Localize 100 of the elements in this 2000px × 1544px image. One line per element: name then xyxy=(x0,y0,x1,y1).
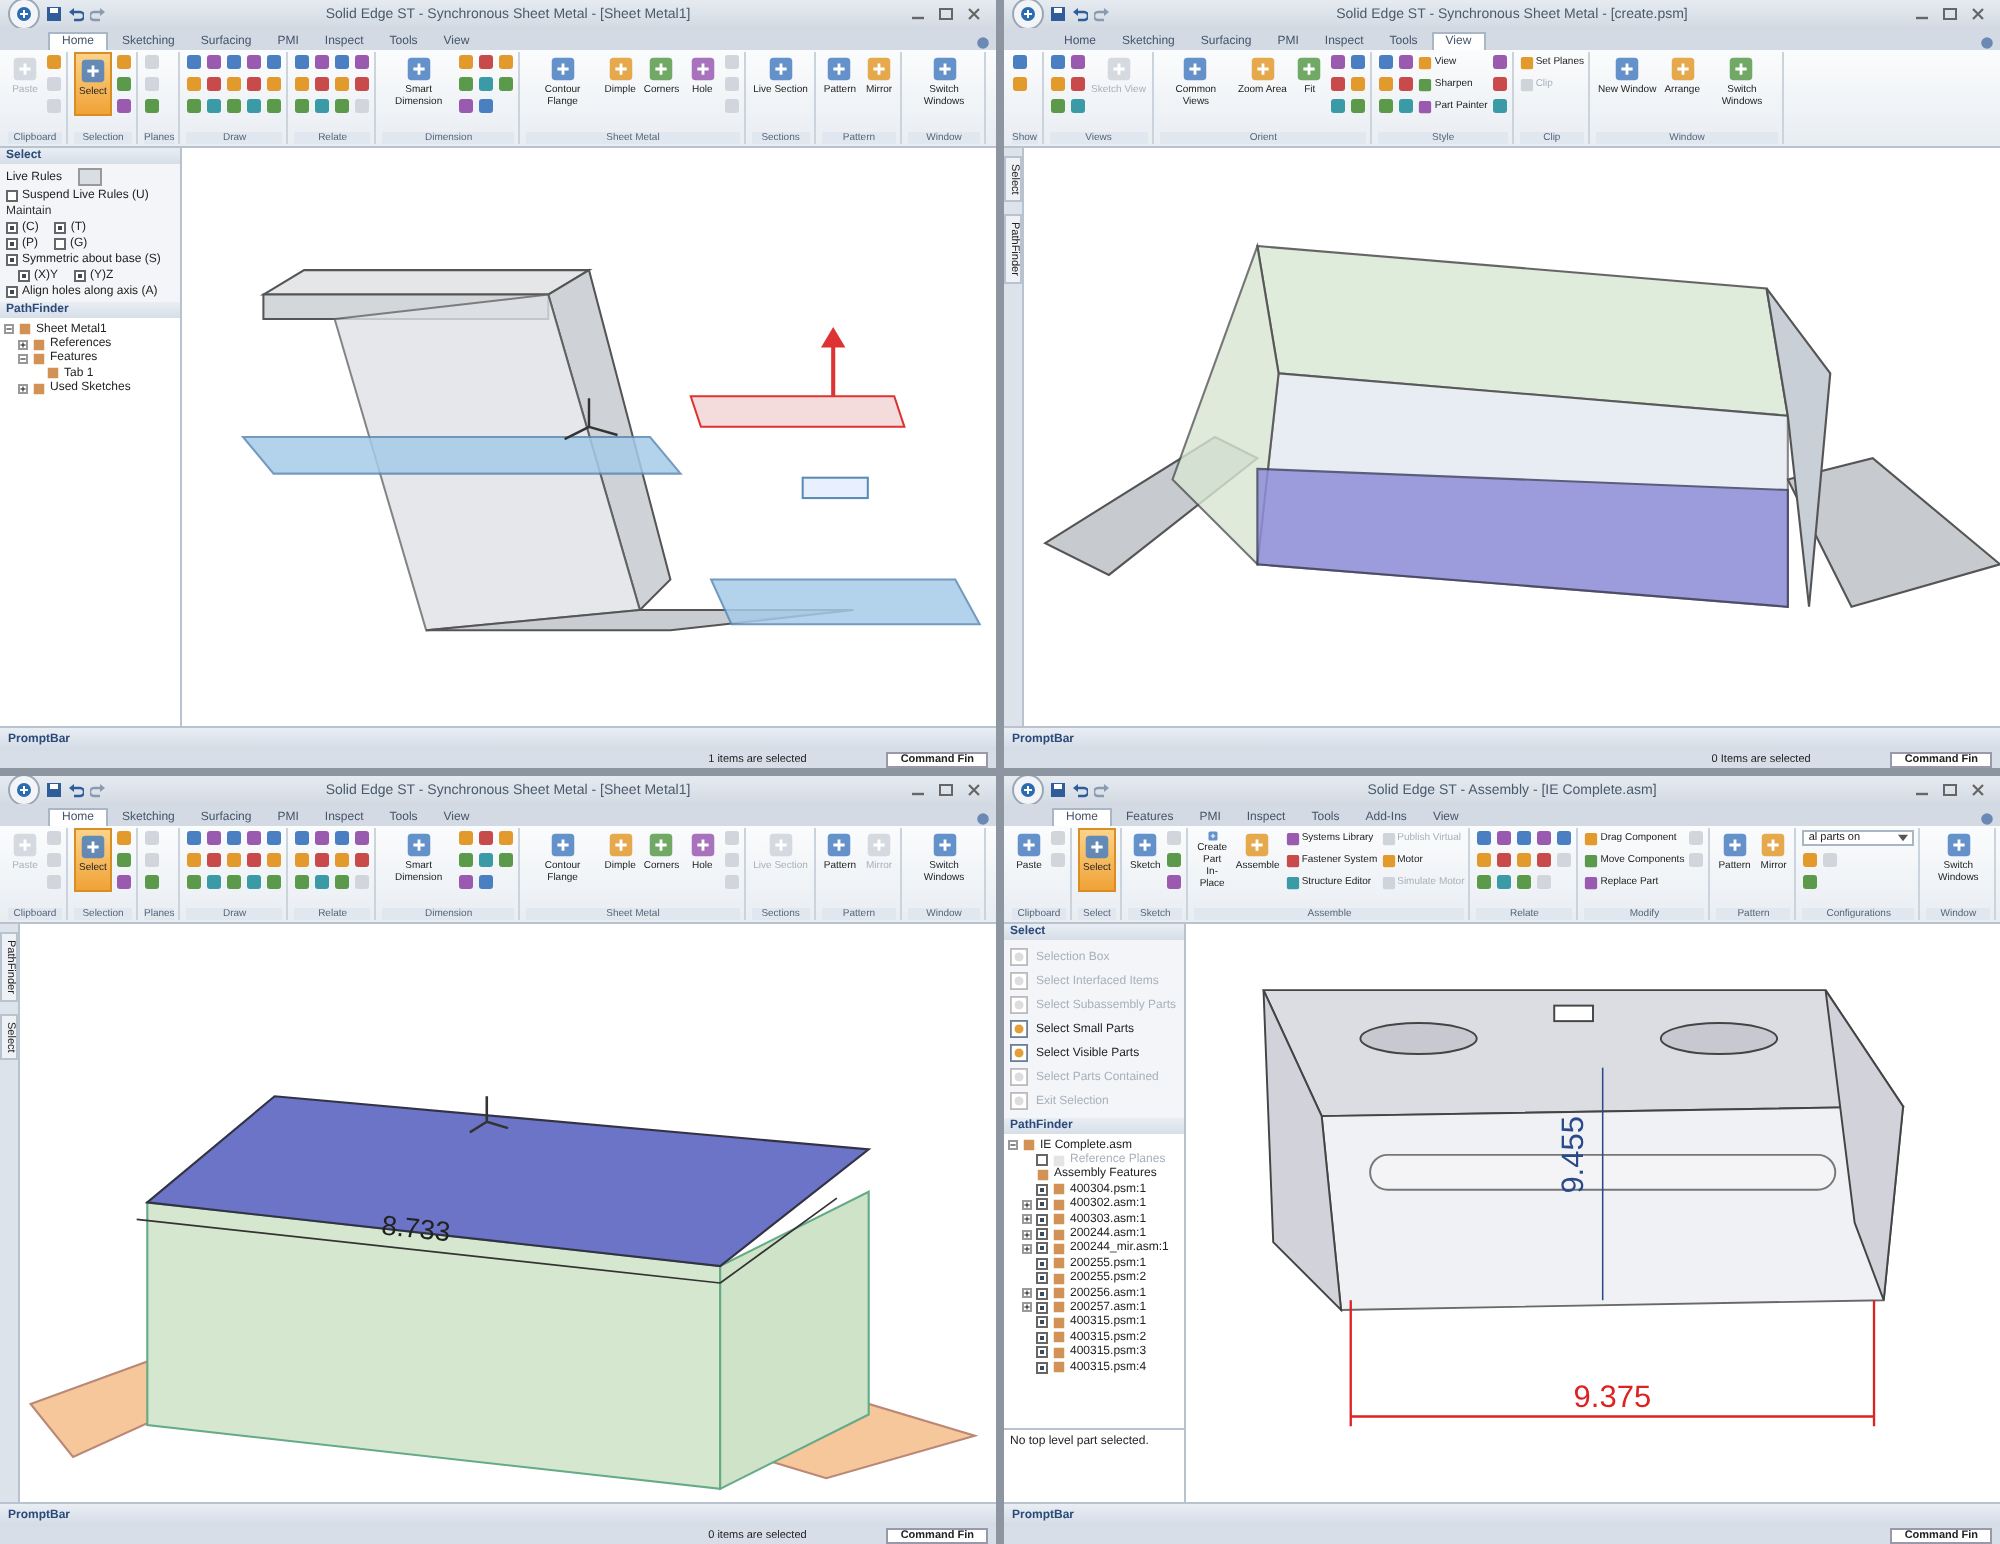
tool-icon[interactable] xyxy=(354,852,371,868)
checkbox[interactable] xyxy=(54,238,66,250)
tool-icon[interactable] xyxy=(186,54,203,70)
tool-icon[interactable] xyxy=(266,852,283,868)
tool-icon[interactable] xyxy=(46,54,62,70)
tool-icon[interactable] xyxy=(116,852,132,868)
checkbox[interactable] xyxy=(1036,1346,1048,1359)
tool-icon[interactable] xyxy=(1476,874,1493,890)
tool-icon[interactable] xyxy=(314,874,331,890)
tool-icon[interactable] xyxy=(458,98,475,114)
undo-icon[interactable] xyxy=(1072,6,1088,22)
tool-icon[interactable] xyxy=(206,852,223,868)
tool-icon[interactable] xyxy=(498,76,515,92)
tool-icon[interactable] xyxy=(1398,54,1415,70)
tool-icon[interactable] xyxy=(1802,852,1819,868)
tool-icon[interactable] xyxy=(334,54,351,70)
checkbox[interactable] xyxy=(18,270,30,282)
tool-icon[interactable] xyxy=(294,54,311,70)
tool-icon[interactable] xyxy=(1330,98,1347,114)
tool-icon[interactable] xyxy=(206,830,223,846)
tool-icon[interactable] xyxy=(334,874,351,890)
close-icon[interactable] xyxy=(1970,782,1986,798)
expander-icon[interactable] xyxy=(4,324,14,335)
tool-icon[interactable] xyxy=(144,98,160,114)
tool-icon[interactable] xyxy=(1049,76,1066,92)
tool-icon[interactable] xyxy=(1049,98,1066,114)
tool-icon[interactable] xyxy=(1536,852,1553,868)
tool-icon[interactable] xyxy=(478,852,495,868)
tool-icon[interactable] xyxy=(1378,54,1395,70)
tool-icon[interactable] xyxy=(498,852,515,868)
checkbox[interactable] xyxy=(6,222,18,234)
tool-icon[interactable] xyxy=(266,98,283,114)
save-icon[interactable] xyxy=(1050,782,1066,798)
checkbox[interactable] xyxy=(1036,1272,1048,1285)
tool-icon[interactable] xyxy=(1516,852,1533,868)
tool-icon[interactable] xyxy=(334,852,351,868)
tool-icon[interactable] xyxy=(458,830,475,846)
tool-icon[interactable] xyxy=(1398,76,1415,92)
tool-icon[interactable] xyxy=(1069,76,1086,92)
live-rules-button[interactable] xyxy=(78,168,103,186)
tool-icon[interactable] xyxy=(186,76,203,92)
tool-icon[interactable] xyxy=(246,830,263,846)
tool-icon[interactable] xyxy=(206,76,223,92)
tool-icon[interactable] xyxy=(1491,98,1508,114)
tool-icon[interactable] xyxy=(314,830,331,846)
tool-icon[interactable] xyxy=(1491,76,1508,92)
close-icon[interactable] xyxy=(966,782,982,798)
checkbox[interactable] xyxy=(1036,1242,1048,1255)
tool-icon[interactable] xyxy=(116,76,132,92)
tool-icon[interactable] xyxy=(1556,830,1573,846)
tool-icon[interactable] xyxy=(354,76,371,92)
checkbox[interactable] xyxy=(1036,1316,1048,1329)
redo-icon[interactable] xyxy=(90,782,106,798)
tool-icon[interactable] xyxy=(458,874,475,890)
tool-icon[interactable] xyxy=(206,98,223,114)
save-icon[interactable] xyxy=(1050,6,1066,22)
tool-icon[interactable] xyxy=(314,54,331,70)
tool-icon[interactable] xyxy=(116,98,132,114)
tool-icon[interactable] xyxy=(1330,76,1347,92)
tool-icon[interactable] xyxy=(294,98,311,114)
tool-icon[interactable] xyxy=(1496,830,1513,846)
tool-icon[interactable] xyxy=(116,874,132,890)
tool-icon[interactable] xyxy=(1398,98,1415,114)
app-menu-button[interactable] xyxy=(8,776,40,806)
tool-icon[interactable] xyxy=(314,98,331,114)
redo-icon[interactable] xyxy=(1094,6,1110,22)
expander-icon[interactable] xyxy=(1022,1288,1032,1299)
tool-icon[interactable] xyxy=(478,54,495,70)
tool-icon[interactable] xyxy=(498,54,515,70)
maximize-icon[interactable] xyxy=(938,782,954,798)
tool-icon[interactable] xyxy=(1350,98,1367,114)
tool-icon[interactable] xyxy=(294,76,311,92)
undo-icon[interactable] xyxy=(68,6,84,22)
tool-icon[interactable] xyxy=(226,76,243,92)
tool-icon[interactable] xyxy=(226,874,243,890)
tool-icon[interactable] xyxy=(1378,76,1395,92)
tool-icon[interactable] xyxy=(266,874,283,890)
tool-icon[interactable] xyxy=(246,98,263,114)
tool-icon[interactable] xyxy=(1012,54,1028,70)
tool-icon[interactable] xyxy=(1069,54,1086,70)
tool-icon[interactable] xyxy=(186,98,203,114)
expander-icon[interactable] xyxy=(1022,1229,1032,1240)
maximize-icon[interactable] xyxy=(1942,782,1958,798)
tool-icon[interactable] xyxy=(1069,98,1086,114)
save-icon[interactable] xyxy=(46,6,62,22)
checkbox[interactable] xyxy=(1036,1213,1048,1226)
tool-icon[interactable] xyxy=(498,830,515,846)
tool-icon[interactable] xyxy=(186,852,203,868)
tool-icon[interactable] xyxy=(1476,830,1493,846)
checkbox[interactable] xyxy=(6,254,18,266)
app-menu-button[interactable] xyxy=(1012,0,1044,30)
expander-icon[interactable] xyxy=(18,353,28,364)
tool-icon[interactable] xyxy=(458,54,475,70)
tool-icon[interactable] xyxy=(334,830,351,846)
expander-icon[interactable] xyxy=(1008,1140,1018,1151)
tool-icon[interactable] xyxy=(1012,76,1028,92)
tool-icon[interactable] xyxy=(1166,852,1183,868)
checkbox[interactable] xyxy=(6,238,18,250)
tool-icon[interactable] xyxy=(266,54,283,70)
save-icon[interactable] xyxy=(46,782,62,798)
